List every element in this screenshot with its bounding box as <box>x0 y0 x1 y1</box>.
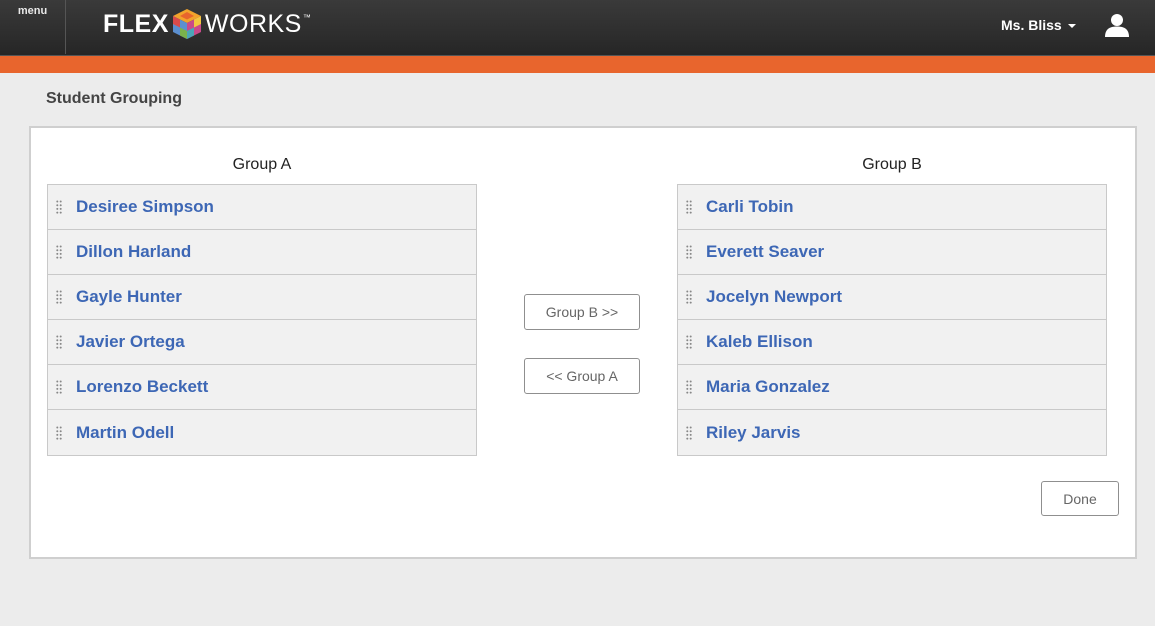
group-b-list: Carli Tobin Everett Seaver Jocelyn Newpo… <box>677 184 1107 456</box>
accent-bar <box>0 56 1155 73</box>
drag-handle-icon[interactable] <box>56 200 62 214</box>
drag-handle-icon[interactable] <box>56 380 62 394</box>
flexworks-logo: FLEX WORKS ™ <box>103 9 311 39</box>
group-a-list: Desiree Simpson Dillon Harland Gayle Hun… <box>47 184 477 456</box>
student-name[interactable]: Gayle Hunter <box>76 287 182 307</box>
list-item[interactable]: Jocelyn Newport <box>678 275 1106 320</box>
student-name[interactable]: Martin Odell <box>76 423 174 443</box>
student-name[interactable]: Dillon Harland <box>76 242 191 262</box>
caret-down-icon <box>1067 24 1076 28</box>
student-name[interactable]: Carli Tobin <box>706 197 794 217</box>
list-item[interactable]: Gayle Hunter <box>48 275 476 320</box>
list-item[interactable]: Maria Gonzalez <box>678 365 1106 410</box>
drag-handle-icon[interactable] <box>56 426 62 440</box>
logo-text-works: WORKS <box>204 9 302 38</box>
student-name[interactable]: Everett Seaver <box>706 242 824 262</box>
grouping-panel: Group A Desiree Simpson Dillon Harland G… <box>29 126 1137 559</box>
group-b-title: Group B <box>862 156 922 173</box>
drag-handle-icon[interactable] <box>686 426 692 440</box>
top-navigation-bar: menu FLEX WORKS ™ Ms. Bliss <box>0 0 1155 56</box>
list-item[interactable]: Desiree Simpson <box>48 185 476 230</box>
drag-handle-icon[interactable] <box>686 335 692 349</box>
group-a-title: Group A <box>232 156 292 173</box>
student-name[interactable]: Kaleb Ellison <box>706 332 813 352</box>
move-to-group-b-button[interactable]: Group B >> <box>524 294 640 330</box>
list-item[interactable]: Kaleb Ellison <box>678 320 1106 365</box>
page-title: Student Grouping <box>46 90 182 107</box>
list-item[interactable]: Dillon Harland <box>48 230 476 275</box>
student-name[interactable]: Maria Gonzalez <box>706 377 830 397</box>
drag-handle-icon[interactable] <box>686 290 692 304</box>
drag-handle-icon[interactable] <box>56 290 62 304</box>
drag-handle-icon[interactable] <box>56 335 62 349</box>
user-name-label: Ms. Bliss <box>1001 17 1062 33</box>
student-name[interactable]: Lorenzo Beckett <box>76 377 208 397</box>
student-name[interactable]: Javier Ortega <box>76 332 185 352</box>
user-menu-dropdown[interactable]: Ms. Bliss <box>1001 17 1076 33</box>
drag-handle-icon[interactable] <box>686 245 692 259</box>
list-item[interactable]: Lorenzo Beckett <box>48 365 476 410</box>
logo-trademark: ™ <box>302 13 311 22</box>
drag-handle-icon[interactable] <box>686 380 692 394</box>
list-item[interactable]: Martin Odell <box>48 410 476 455</box>
move-to-group-a-button[interactable]: << Group A <box>524 358 640 394</box>
logo-text-flex: FLEX <box>103 9 169 38</box>
done-button[interactable]: Done <box>1041 481 1119 516</box>
user-profile-icon[interactable] <box>1104 13 1130 37</box>
list-item[interactable]: Everett Seaver <box>678 230 1106 275</box>
menu-button[interactable]: menu <box>0 0 66 54</box>
drag-handle-icon[interactable] <box>686 200 692 214</box>
drag-handle-icon[interactable] <box>56 245 62 259</box>
cube-logo-icon <box>172 9 201 39</box>
list-item[interactable]: Carli Tobin <box>678 185 1106 230</box>
student-name[interactable]: Desiree Simpson <box>76 197 214 217</box>
student-name[interactable]: Riley Jarvis <box>706 423 801 443</box>
student-name[interactable]: Jocelyn Newport <box>706 287 842 307</box>
list-item[interactable]: Javier Ortega <box>48 320 476 365</box>
list-item[interactable]: Riley Jarvis <box>678 410 1106 455</box>
